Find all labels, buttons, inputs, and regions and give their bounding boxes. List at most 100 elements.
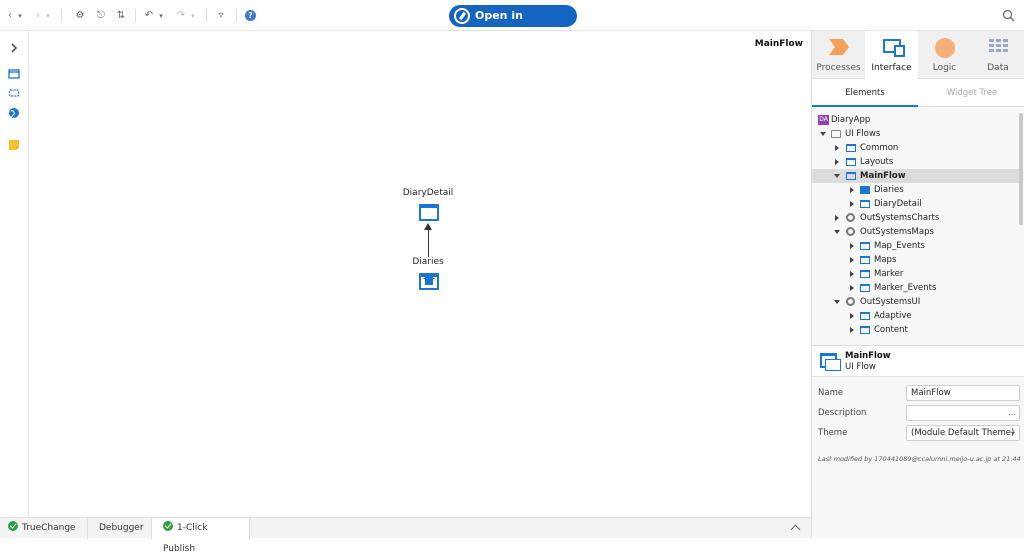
help-icon[interactable]: ? xyxy=(245,10,256,21)
top-toolbar: ‹ ▾ › ▾ ⚙ ⎋ ⇅ ↶ ▾ ↷ ▾ ▿ ? Open in browse… xyxy=(0,0,1024,44)
caret-down-icon[interactable] xyxy=(834,174,840,178)
caret-right-icon[interactable] xyxy=(835,145,839,151)
caret-right-icon[interactable] xyxy=(850,257,854,263)
tab-processes[interactable]: Processes xyxy=(812,31,865,79)
caret-down-icon[interactable] xyxy=(820,132,826,136)
ui-flow-icon xyxy=(860,284,870,292)
check-ok-icon xyxy=(163,521,173,531)
tree-item-map-events[interactable]: Map_Events xyxy=(812,239,1020,253)
globe-icon[interactable] xyxy=(8,107,20,119)
caret-right-icon[interactable] xyxy=(850,187,854,193)
block-icon[interactable] xyxy=(8,87,20,99)
tree-scrollbar[interactable] xyxy=(1019,113,1023,225)
tab-truechange-label: TrueChange xyxy=(22,523,76,533)
processes-icon xyxy=(829,39,849,55)
tree-item-label: OutSystemsCharts xyxy=(860,213,940,223)
caret-right-icon[interactable] xyxy=(850,313,854,319)
open-in-browser-button[interactable]: Open in browser xyxy=(449,5,577,44)
flow-arrow-line[interactable] xyxy=(428,229,429,257)
ui-flow-icon xyxy=(846,172,856,180)
tree-item-content[interactable]: Content xyxy=(812,323,1020,337)
forward-history-chevron-icon[interactable]: ▾ xyxy=(44,8,52,24)
home-screen-icon xyxy=(860,186,870,194)
undo-chevron-icon[interactable]: ▾ xyxy=(157,8,165,24)
properties-panel: Name MainFlow Description ... Theme (Mod… xyxy=(812,377,1024,538)
tree-item-label: DiaryDetail xyxy=(874,199,922,209)
caret-right-icon[interactable] xyxy=(850,285,854,291)
search-icon[interactable] xyxy=(1002,9,1015,22)
tree-item-label: Diaries xyxy=(874,185,904,195)
app-icon: DA xyxy=(818,115,829,125)
tab-logic[interactable]: Logic xyxy=(918,31,971,79)
toolbar-divider xyxy=(135,9,136,22)
left-rail xyxy=(0,31,29,517)
tree-item-diarydetail[interactable]: DiaryDetail xyxy=(812,197,1020,211)
screen-window-icon[interactable] xyxy=(8,68,20,80)
check-ok-icon xyxy=(8,521,18,531)
tree-item-layouts[interactable]: Layouts xyxy=(812,155,1020,169)
flow-canvas[interactable]: MainFlow DiaryDetail Diaries xyxy=(29,31,811,517)
tree-item-label: DiaryApp xyxy=(831,115,871,125)
plugin-icon[interactable]: ⎋ xyxy=(95,8,107,24)
back-icon[interactable]: ‹ xyxy=(5,8,15,24)
caret-right-icon[interactable] xyxy=(850,201,854,207)
toolbar-divider xyxy=(206,9,207,22)
tree-item-outsystemsmaps[interactable]: OutSystemsMaps xyxy=(812,225,1020,239)
compare-merge-icon[interactable]: ⇅ xyxy=(114,8,128,24)
description-field[interactable]: ... xyxy=(906,405,1020,421)
diarydetail-screen-icon[interactable] xyxy=(419,204,439,221)
expand-chevron-icon[interactable] xyxy=(8,42,20,54)
properties-header: MainFlow UI Flow xyxy=(812,345,1024,377)
layer-tabs: Processes Interface Logic Data xyxy=(812,31,1024,79)
tree-item-ui-flows[interactable]: UI Flows xyxy=(812,127,1020,141)
tree-item-label: Content xyxy=(874,325,908,335)
tab-interface[interactable]: Interface xyxy=(865,31,918,79)
forward-icon[interactable]: › xyxy=(33,8,43,24)
caret-right-icon[interactable] xyxy=(850,327,854,333)
tree-item-mainflow[interactable]: MainFlow xyxy=(812,169,1020,183)
tree-item-marker[interactable]: Marker xyxy=(812,267,1020,281)
tree-item-diaryapp[interactable]: DA DiaryApp xyxy=(812,113,1020,127)
tab-data[interactable]: Data xyxy=(971,31,1024,79)
tab-truechange[interactable]: TrueChange xyxy=(0,518,88,539)
chevron-up-icon[interactable] xyxy=(790,524,801,535)
diaries-home-screen-icon[interactable] xyxy=(419,273,439,290)
caret-down-icon[interactable] xyxy=(834,300,840,304)
tree-item-outsystemscharts[interactable]: OutSystemsCharts xyxy=(812,211,1020,225)
back-history-chevron-icon[interactable]: ▾ xyxy=(16,8,24,24)
redo-chevron-icon[interactable]: ▾ xyxy=(189,8,197,24)
caret-right-icon[interactable] xyxy=(850,243,854,249)
ui-flow-icon xyxy=(860,270,870,278)
description-more-button[interactable]: ... xyxy=(1008,406,1016,420)
feedback-megaphone-icon[interactable]: ▿ xyxy=(214,8,228,24)
ui-flow-icon xyxy=(846,144,856,152)
flow-title: MainFlow xyxy=(754,39,803,49)
sticky-note-icon[interactable] xyxy=(8,139,20,151)
theme-select[interactable]: (Module Default Theme) xyxy=(906,425,1020,441)
settings-gear-icon[interactable]: ⚙ xyxy=(73,8,87,24)
tree-item-marker-events[interactable]: Marker_Events xyxy=(812,281,1020,295)
tab-widget-tree[interactable]: Widget Tree xyxy=(919,79,1024,107)
node-label-diarydetail: DiaryDetail xyxy=(402,188,454,198)
interface-icon xyxy=(883,39,905,57)
tree-item-common[interactable]: Common xyxy=(812,141,1020,155)
name-label: Name xyxy=(818,388,844,398)
caret-right-icon[interactable] xyxy=(835,159,839,165)
elements-tree: DA DiaryApp UI Flows Common Layouts Main… xyxy=(812,111,1020,343)
caret-right-icon[interactable] xyxy=(850,271,854,277)
caret-down-icon[interactable] xyxy=(834,230,840,234)
tree-item-label: Map_Events xyxy=(874,241,925,251)
description-label: Description xyxy=(818,408,867,418)
tree-item-maps[interactable]: Maps xyxy=(812,253,1020,267)
caret-right-icon[interactable] xyxy=(835,215,839,221)
tab-elements[interactable]: Elements xyxy=(812,79,918,107)
tree-item-diaries[interactable]: Diaries xyxy=(812,183,1020,197)
tree-item-outsystemsui[interactable]: OutSystemsUI xyxy=(812,295,1020,309)
name-field[interactable]: MainFlow xyxy=(906,385,1020,401)
undo-icon[interactable]: ↶ xyxy=(143,8,155,24)
tree-item-adaptive[interactable]: Adaptive xyxy=(812,309,1020,323)
redo-icon[interactable]: ↷ xyxy=(175,8,187,24)
last-modified-text: Last modified by 170441089@ccalumni.meij… xyxy=(818,455,1021,463)
tab-1-click-publish[interactable]: 1-Click Publish xyxy=(152,518,250,554)
tab-debugger[interactable]: Debugger xyxy=(88,518,152,539)
